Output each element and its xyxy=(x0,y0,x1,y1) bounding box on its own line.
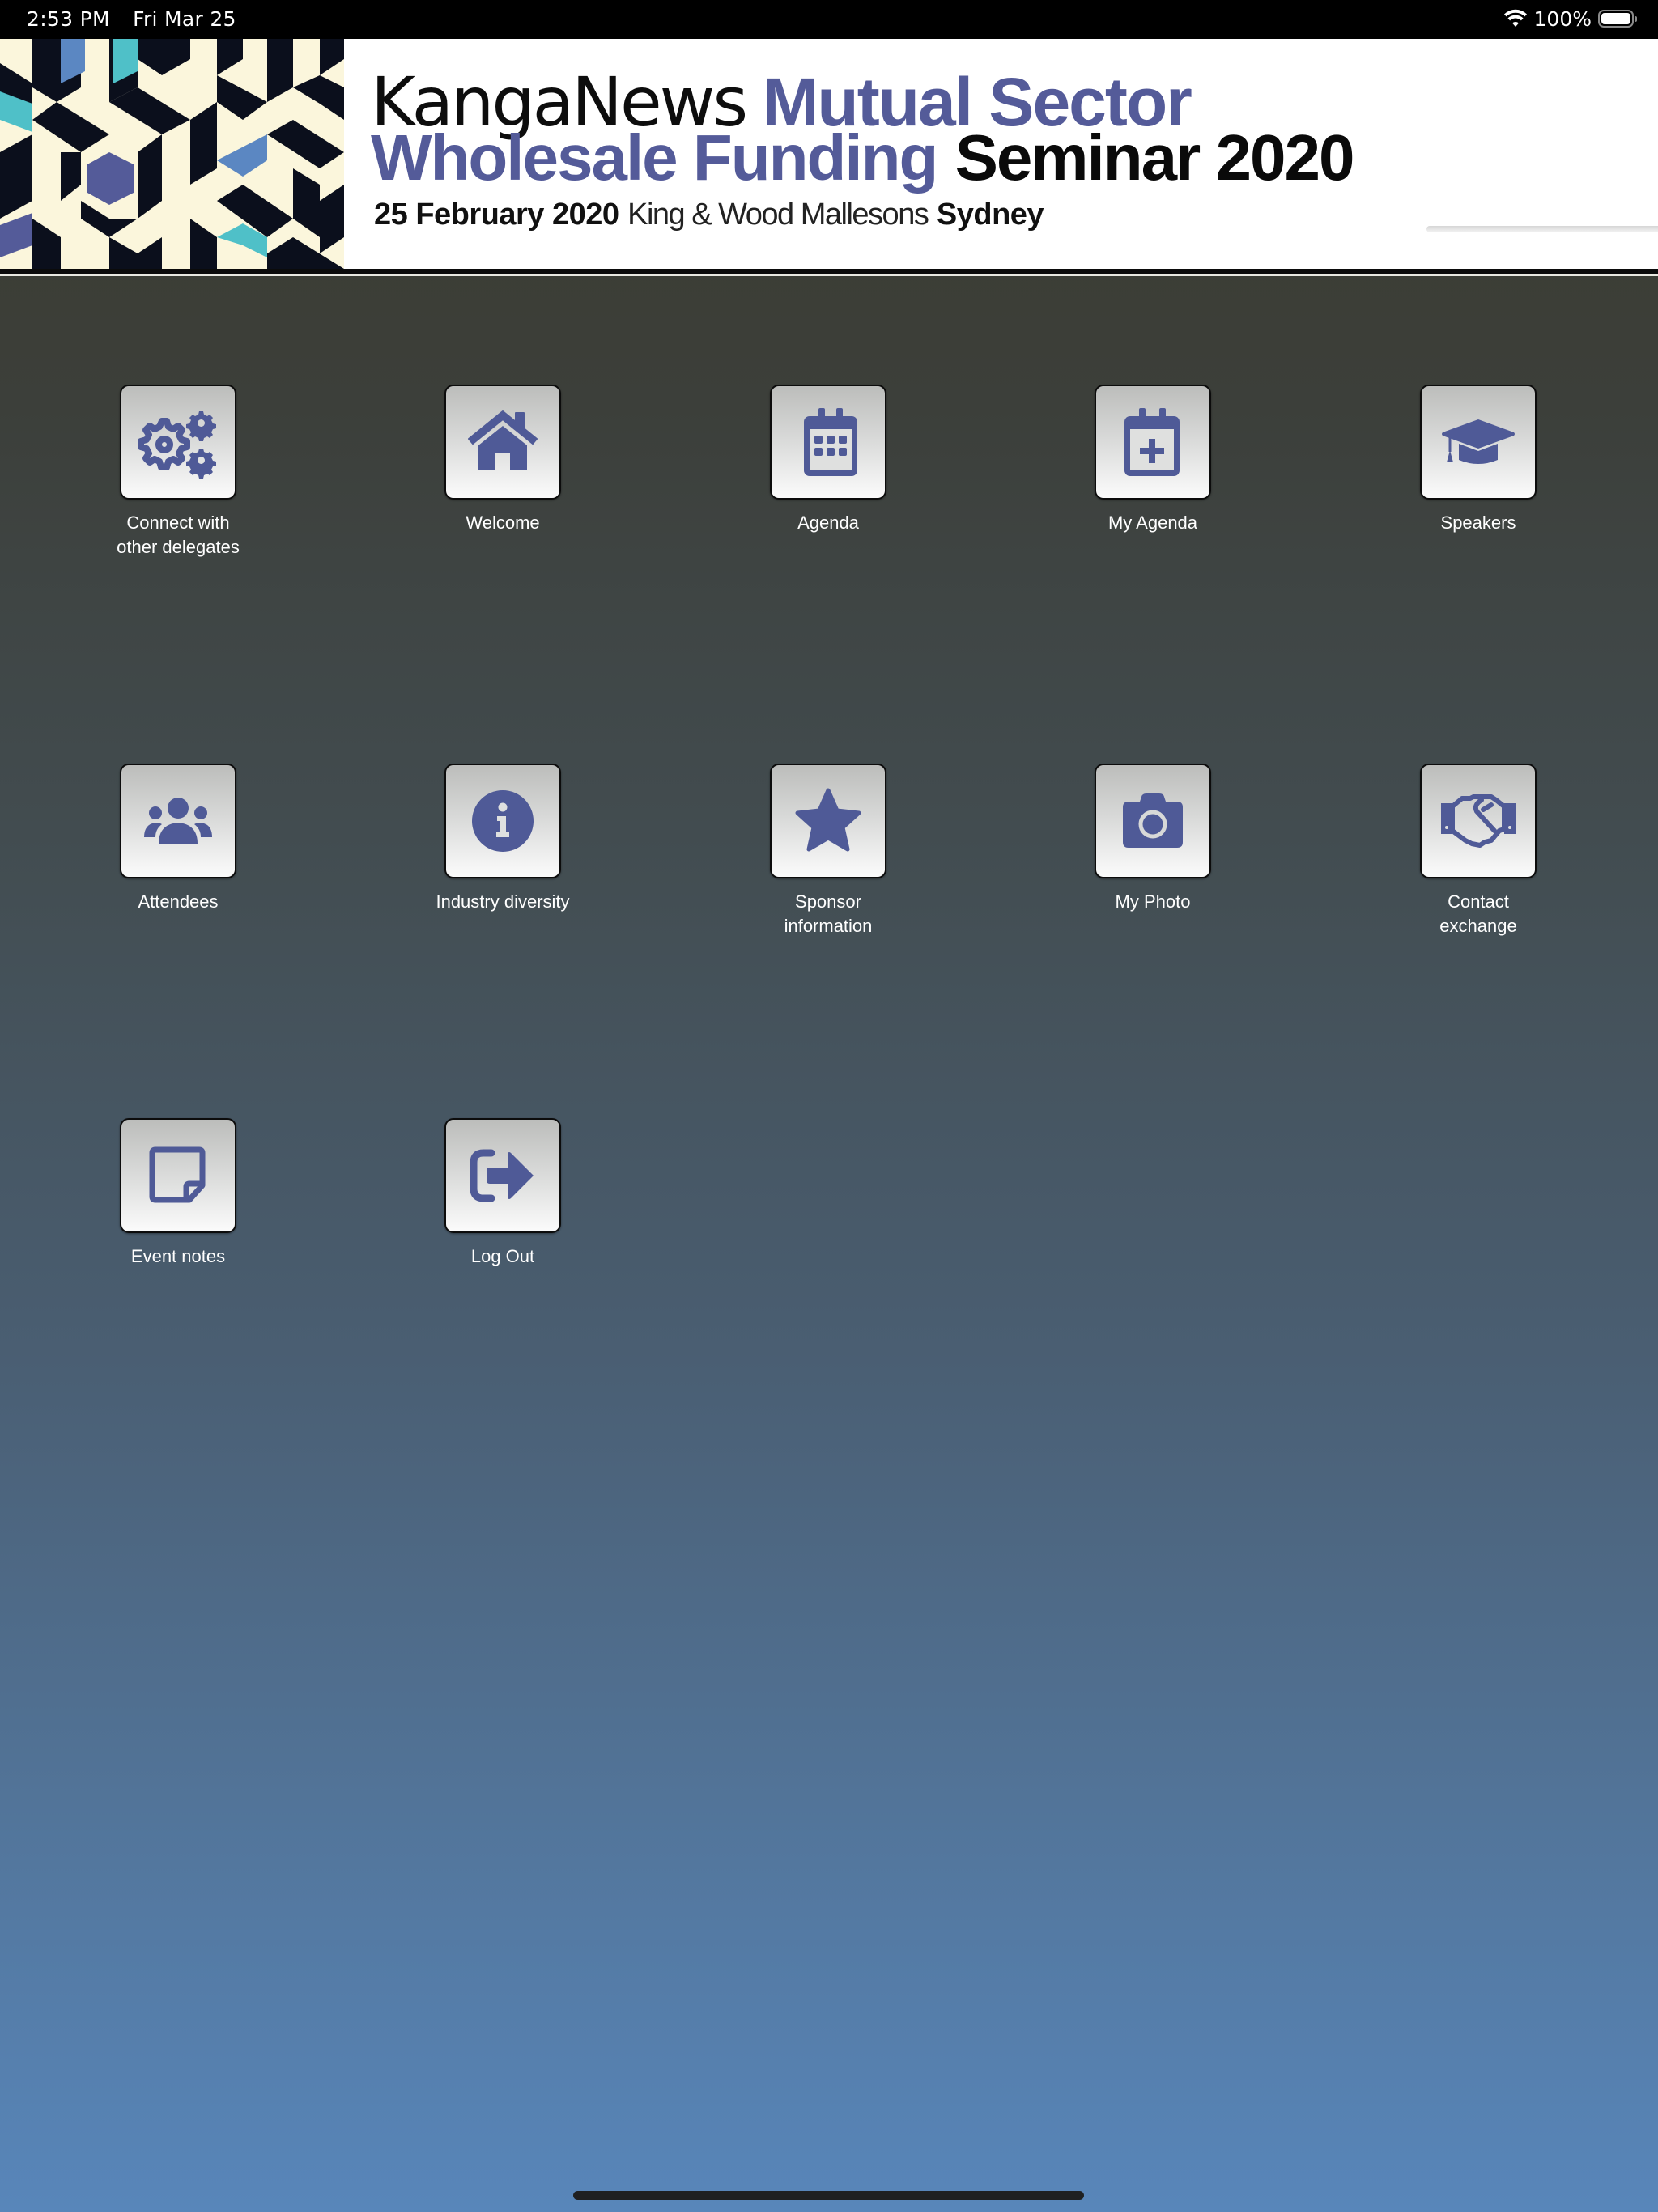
menu-item-label: Industry diversity xyxy=(436,891,570,912)
menu-item-speakers-button[interactable] xyxy=(1420,385,1537,500)
banner-shadow-line xyxy=(1426,226,1658,232)
graduation-cap-icon xyxy=(1442,419,1515,464)
menu-item-my-agenda-button[interactable] xyxy=(1095,385,1211,500)
menu-item-label: Speakers xyxy=(1440,513,1516,533)
status-time: 2:53 PM xyxy=(27,7,110,31)
menu-item-welcome[interactable]: Welcome xyxy=(422,385,584,535)
calendar-icon xyxy=(804,408,857,476)
status-bar: 2:53 PM Fri Mar 25 100% xyxy=(0,0,1658,39)
menu-item-agenda[interactable]: Agenda xyxy=(747,385,909,535)
battery-percent: 100% xyxy=(1533,6,1592,31)
home-icon xyxy=(468,410,538,470)
event-city: Sydney xyxy=(936,198,1044,232)
menu-item-label: Connect with other delegates xyxy=(117,513,240,557)
banner-divider-highlight xyxy=(0,274,1658,276)
sticky-note-icon xyxy=(149,1146,206,1203)
menu-item-label: Welcome xyxy=(466,513,540,533)
menu-item-label: Attendees xyxy=(138,891,219,912)
menu-item-event-notes[interactable]: Event notes xyxy=(97,1118,259,1269)
banner-title-line-2: Wholesale Funding Seminar 2020 xyxy=(371,125,1354,190)
menu-item-event-notes-button[interactable] xyxy=(120,1118,236,1233)
menu-item-label: Agenda xyxy=(797,513,859,533)
gears-icon xyxy=(138,411,216,479)
sign-out-icon xyxy=(470,1149,534,1202)
geometric-pattern xyxy=(0,39,344,269)
info-icon xyxy=(472,790,534,852)
calendar-plus-icon xyxy=(1124,408,1180,476)
wifi-icon xyxy=(1503,9,1527,27)
title-accent-2: Wholesale Funding xyxy=(371,121,938,194)
home-indicator[interactable] xyxy=(573,2191,1084,2200)
menu-item-label: Event notes xyxy=(130,1246,226,1266)
menu-item-agenda-button[interactable] xyxy=(770,385,886,500)
menu-item-label: Contact exchange xyxy=(1439,891,1517,936)
status-date: Fri Mar 25 xyxy=(133,7,236,31)
menu-item-sponsor-information[interactable]: Sponsor information xyxy=(747,764,909,938)
battery-fill xyxy=(1601,13,1630,24)
status-left: 2:53 PM Fri Mar 25 xyxy=(27,7,253,31)
menu-item-label: My Agenda xyxy=(1107,513,1198,533)
camera-icon xyxy=(1123,793,1183,848)
menu-item-label: Sponsor information xyxy=(784,891,873,936)
menu-item-sponsor-information-button[interactable] xyxy=(770,764,886,878)
menu-item-connect[interactable]: Connect with other delegates xyxy=(97,385,259,559)
title-dark: Seminar 2020 xyxy=(954,121,1355,194)
event-banner: KangaNews Mutual Sector Wholesale Fundin… xyxy=(0,39,1658,269)
menu-item-label: Log Out xyxy=(470,1246,535,1266)
menu-item-my-photo-button[interactable] xyxy=(1095,764,1211,878)
menu-item-connect-button[interactable] xyxy=(120,385,236,500)
event-venue: King & Wood Mallesons xyxy=(627,198,929,232)
menu-item-contact-exchange[interactable]: Contact exchange xyxy=(1397,764,1559,938)
menu-item-attendees-button[interactable] xyxy=(120,764,236,878)
menu-item-welcome-button[interactable] xyxy=(444,385,561,500)
star-icon xyxy=(795,788,861,852)
menu-item-industry-diversity-button[interactable] xyxy=(444,764,561,878)
battery-icon xyxy=(1598,10,1637,28)
menu-item-contact-exchange-button[interactable] xyxy=(1420,764,1537,878)
event-date: 25 February 2020 xyxy=(374,198,619,232)
menu-item-log-out[interactable]: Log Out xyxy=(422,1118,584,1269)
users-icon xyxy=(144,798,212,844)
menu-item-log-out-button[interactable] xyxy=(444,1118,561,1233)
menu-item-attendees[interactable]: Attendees xyxy=(97,764,259,914)
menu-item-my-photo[interactable]: My Photo xyxy=(1072,764,1234,914)
menu-item-my-agenda[interactable]: My Agenda xyxy=(1072,385,1234,535)
menu-item-label: My Photo xyxy=(1115,891,1191,912)
menu-item-speakers[interactable]: Speakers xyxy=(1397,385,1559,535)
status-right: 100% xyxy=(1503,6,1637,31)
banner-subtitle: 25 February 2020 King & Wood Mallesons S… xyxy=(374,198,1044,231)
menu-item-industry-diversity[interactable]: Industry diversity xyxy=(422,764,584,914)
battery-nub xyxy=(1635,16,1637,22)
handshake-icon xyxy=(1441,794,1516,848)
